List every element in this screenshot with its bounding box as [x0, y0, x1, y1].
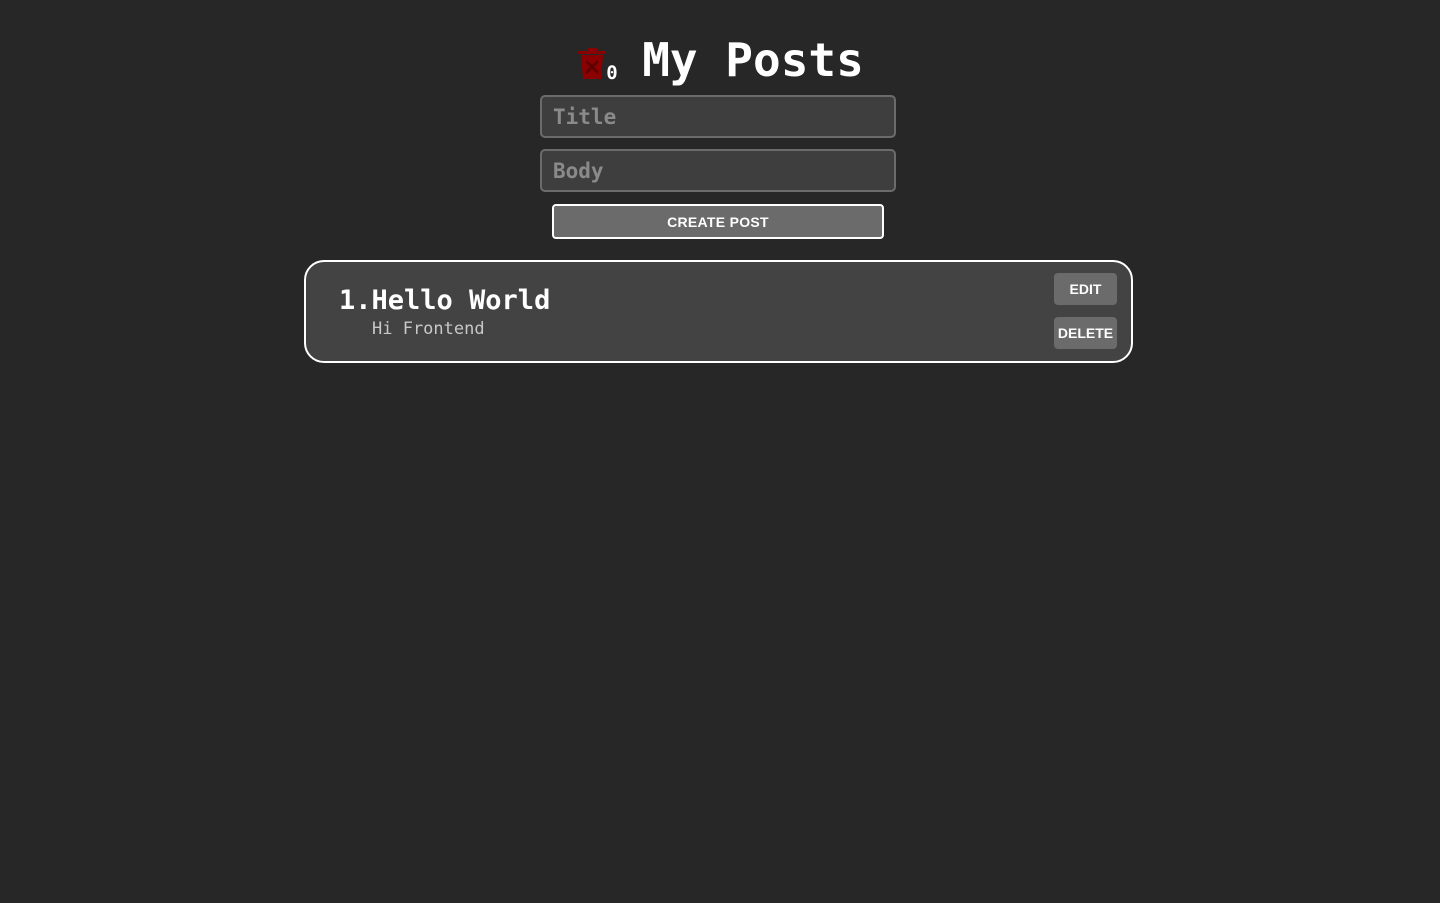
title-input[interactable] [540, 95, 896, 138]
trash-counter[interactable]: 0 [576, 44, 622, 88]
create-post-button[interactable]: Create post [552, 204, 884, 239]
delete-post-button[interactable]: Delete [1054, 317, 1117, 349]
trash-icon [578, 48, 607, 79]
app-root: 0 My Posts Create post 1.Hello World Hi … [0, 0, 1440, 903]
body-input[interactable] [540, 149, 896, 192]
post-list: 1.Hello World Hi Frontend Edit Delete [304, 260, 1133, 363]
post-title: 1.Hello World [339, 285, 551, 316]
edit-post-button[interactable]: Edit [1054, 273, 1117, 305]
trash-count: 0 [606, 62, 618, 84]
post-item: 1.Hello World Hi Frontend Edit Delete [304, 260, 1133, 363]
create-post-form: Create post [540, 95, 896, 239]
page-title: My Posts [642, 33, 864, 87]
post-body: Hi Frontend [372, 319, 485, 339]
header: 0 My Posts [0, 30, 1440, 90]
